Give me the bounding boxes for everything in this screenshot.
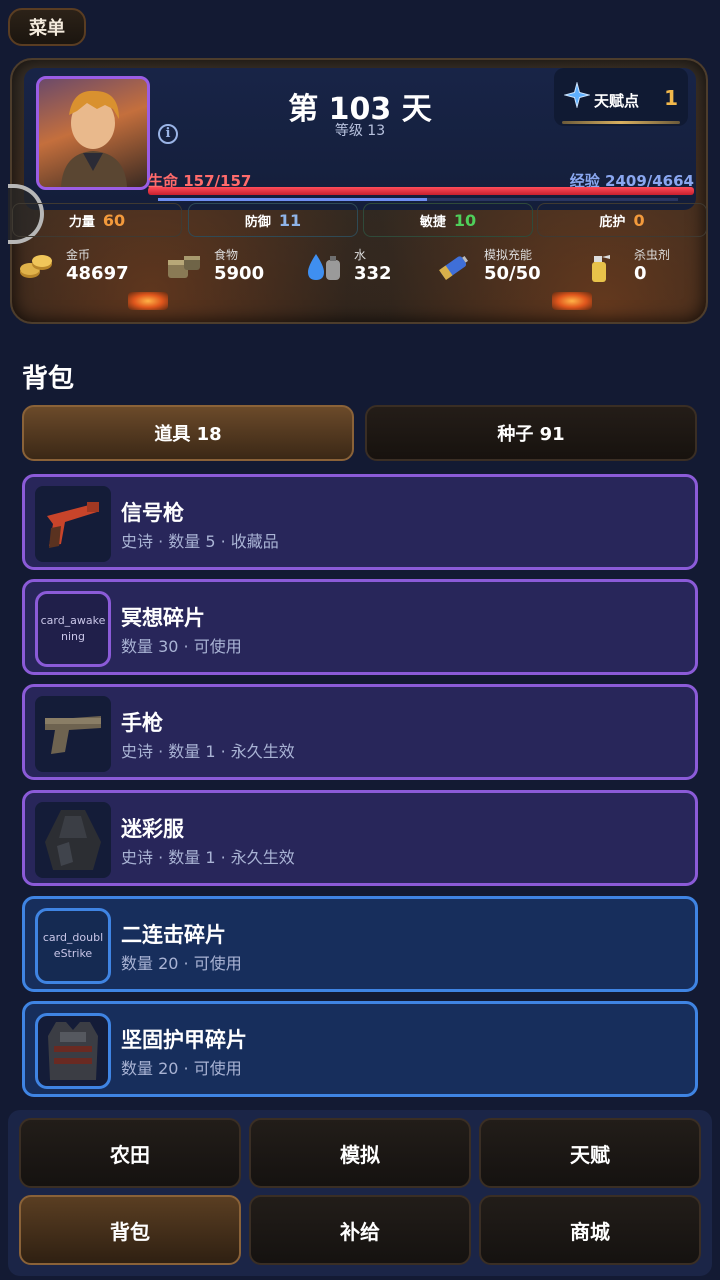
nav-backpack[interactable]: 背包 bbox=[19, 1195, 241, 1265]
resource-label: 杀虫剂 bbox=[634, 248, 671, 262]
nav-supply[interactable]: 补给 bbox=[249, 1195, 471, 1265]
talent-value: 1 bbox=[664, 86, 678, 110]
hp-xp-row: 生命 157/157 经验 2409/4664 bbox=[148, 170, 694, 202]
talent-underline bbox=[562, 121, 680, 124]
camo-cloak-icon bbox=[35, 802, 111, 878]
pistol-icon bbox=[35, 696, 111, 772]
stat-value: 10 bbox=[453, 210, 477, 230]
stat-value: 60 bbox=[102, 210, 126, 230]
xp-bar-fill bbox=[158, 198, 427, 201]
item-desc: 数量 20 · 可使用 bbox=[121, 1059, 242, 1078]
stat-agility: 敏捷 10 bbox=[363, 203, 533, 237]
flare-gun-icon bbox=[35, 486, 111, 562]
item-desc: 史诗 · 数量 5 · 收藏品 bbox=[121, 532, 279, 551]
list-item[interactable]: 手枪 史诗 · 数量 1 · 永久生效 bbox=[22, 684, 698, 780]
tab-items[interactable]: 道具 18 bbox=[22, 405, 354, 461]
item-name: 冥想碎片 bbox=[121, 606, 205, 630]
resource-value: 50/50 bbox=[484, 263, 541, 284]
sparkle-icon bbox=[564, 82, 590, 108]
panel-lamp-left bbox=[128, 292, 168, 310]
status-header: 第 103 天 等级 13 i 天赋点 1 生命 157/157 经验 2409… bbox=[24, 68, 696, 210]
resource-label: 水 bbox=[354, 248, 367, 262]
resource-value: 48697 bbox=[66, 263, 129, 284]
list-item[interactable]: card_awakening 冥想碎片 数量 30 · 可使用 bbox=[22, 579, 698, 675]
list-item[interactable]: 坚固护甲碎片 数量 20 · 可使用 bbox=[22, 1001, 698, 1097]
food-can-icon bbox=[168, 256, 200, 278]
hp-bar-fill bbox=[148, 187, 694, 195]
info-icon[interactable]: i bbox=[158, 124, 178, 144]
stat-label: 防御 bbox=[244, 214, 271, 230]
stat-value: 0 bbox=[633, 210, 645, 230]
hp-bar bbox=[148, 187, 694, 195]
spray-icon bbox=[592, 255, 610, 282]
backpack-title: 背包 bbox=[22, 364, 75, 394]
resource-value: 332 bbox=[354, 263, 392, 284]
talent-label: 天赋点 bbox=[594, 92, 640, 110]
stat-value: 11 bbox=[278, 210, 302, 230]
item-name: 手枪 bbox=[121, 711, 163, 735]
resource-label: 食物 bbox=[214, 248, 239, 262]
armor-vest-icon bbox=[35, 1013, 111, 1089]
item-desc: 史诗 · 数量 1 · 永久生效 bbox=[121, 848, 295, 867]
talent-points-box[interactable]: 天赋点 1 bbox=[554, 68, 688, 126]
nav-shop[interactable]: 商城 bbox=[479, 1195, 701, 1265]
stat-defense: 防御 11 bbox=[188, 203, 358, 237]
stat-label: 庇护 bbox=[599, 214, 626, 230]
item-name: 信号枪 bbox=[121, 501, 184, 525]
list-item[interactable]: 信号枪 史诗 · 数量 5 · 收藏品 bbox=[22, 474, 698, 570]
battery-icon bbox=[439, 255, 469, 280]
stat-label: 敏捷 bbox=[419, 214, 446, 230]
stats-row: 力量 60 防御 11 敏捷 10 庇护 0 bbox=[12, 203, 708, 239]
resource-label: 模拟充能 bbox=[484, 248, 533, 262]
stat-shelter: 庇护 0 bbox=[537, 203, 707, 237]
card-icon: card_doubleStrike bbox=[35, 908, 111, 984]
resource-label: 金币 bbox=[66, 248, 91, 262]
stat-strength: 力量 60 bbox=[12, 203, 182, 237]
panel-lamp-right bbox=[552, 292, 592, 310]
nav-talent[interactable]: 天赋 bbox=[479, 1118, 701, 1188]
item-desc: 数量 30 · 可使用 bbox=[121, 637, 242, 656]
coins-icon bbox=[20, 255, 52, 278]
water-icon bbox=[308, 254, 340, 280]
nav-farm[interactable]: 农田 bbox=[19, 1118, 241, 1188]
resource-value: 5900 bbox=[214, 263, 265, 284]
resource-value: 0 bbox=[634, 263, 647, 284]
item-name: 迷彩服 bbox=[121, 817, 184, 841]
nav-simulate[interactable]: 模拟 bbox=[249, 1118, 471, 1188]
bottom-nav: 农田 模拟 天赋 背包 补给 商城 bbox=[8, 1110, 712, 1276]
list-item[interactable]: card_doubleStrike 二连击碎片 数量 20 · 可使用 bbox=[22, 896, 698, 992]
menu-button[interactable]: 菜单 bbox=[8, 8, 86, 46]
item-name: 二连击碎片 bbox=[121, 923, 226, 947]
resources-row: 金币 48697 食物 5900 水 332 模拟充能 50/50 杀虫剂 0 bbox=[10, 246, 708, 290]
item-name: 坚固护甲碎片 bbox=[121, 1028, 247, 1052]
card-icon: card_awakening bbox=[35, 591, 111, 667]
stat-label: 力量 bbox=[68, 214, 95, 230]
item-desc: 史诗 · 数量 1 · 永久生效 bbox=[121, 742, 295, 761]
tab-seeds[interactable]: 种子 91 bbox=[365, 405, 697, 461]
item-desc: 数量 20 · 可使用 bbox=[121, 954, 242, 973]
list-item[interactable]: 迷彩服 史诗 · 数量 1 · 永久生效 bbox=[22, 790, 698, 886]
xp-bar bbox=[158, 198, 678, 201]
